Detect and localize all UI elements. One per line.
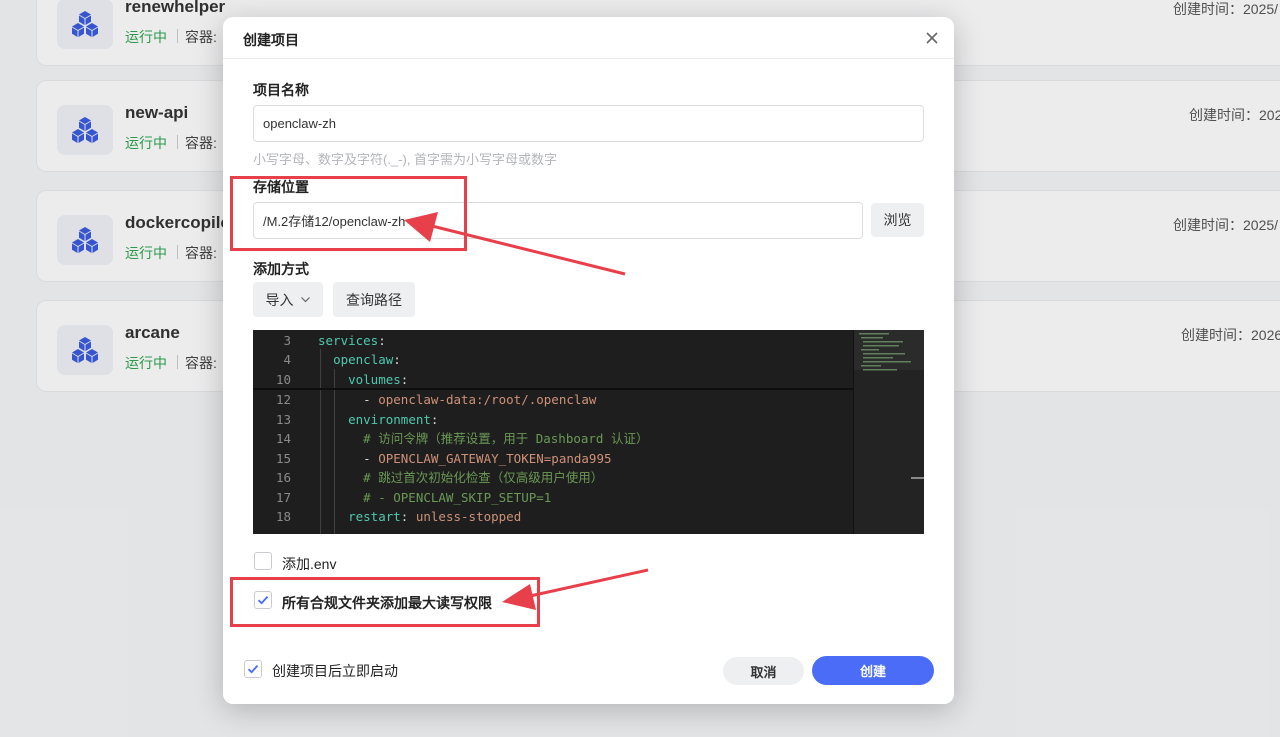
import-label: 导入 bbox=[265, 291, 294, 308]
dialog-header: 创建项目 bbox=[223, 17, 954, 59]
autostart-label: 创建项目后立即启动 bbox=[272, 663, 398, 679]
code-line: 10 volumes: bbox=[275, 371, 409, 387]
add-env-checkbox[interactable] bbox=[254, 552, 272, 570]
editor-minimap[interactable] bbox=[853, 330, 924, 534]
autostart-checkbox[interactable] bbox=[244, 660, 262, 678]
project-name-label: 项目名称 bbox=[253, 82, 309, 98]
project-name-input[interactable]: openclaw-zh bbox=[253, 105, 924, 142]
annotation-box-permission bbox=[230, 577, 540, 627]
create-button[interactable]: 创建 bbox=[812, 656, 934, 685]
code-line: 12 - openclaw-data:/root/.openclaw bbox=[275, 392, 597, 407]
annotation-box-storage bbox=[230, 176, 467, 251]
close-icon[interactable] bbox=[922, 28, 942, 48]
code-line: 18 restart: unless-stopped bbox=[275, 509, 522, 524]
add-method-label: 添加方式 bbox=[253, 261, 309, 277]
chevron-down-icon bbox=[300, 294, 311, 305]
check-icon bbox=[247, 665, 259, 674]
compose-code-editor[interactable]: 3 services: 4 openclaw: 10 volumes: 12 - … bbox=[253, 330, 924, 534]
code-line: 15 - OPENCLAW_GATEWAY_TOKEN=panda995 bbox=[275, 450, 612, 466]
dialog-title: 创建项目 bbox=[243, 32, 299, 48]
browse-button[interactable]: 浏览 bbox=[871, 203, 924, 237]
query-path-button[interactable]: 查询路径 bbox=[333, 282, 415, 317]
import-dropdown[interactable]: 导入 bbox=[253, 282, 323, 317]
cancel-button[interactable]: 取消 bbox=[723, 657, 804, 685]
code-line: 16 # 跳过首次初始化检查（仅高级用户使用） bbox=[275, 470, 604, 485]
add-env-label: 添加.env bbox=[282, 556, 337, 572]
code-line: 3 services: bbox=[283, 333, 386, 348]
project-name-hint: 小写字母、数字及字符(._-), 首字需为小写字母或数字 bbox=[253, 152, 558, 167]
code-line: 14 # 访问令牌（推荐设置，用于 Dashboard 认证） bbox=[275, 431, 649, 446]
code-line: 4 openclaw: bbox=[283, 352, 401, 367]
code-line: 13 environment: bbox=[275, 411, 439, 427]
code-line: 17 # - OPENCLAW_SKIP_SETUP=1 bbox=[275, 489, 552, 505]
